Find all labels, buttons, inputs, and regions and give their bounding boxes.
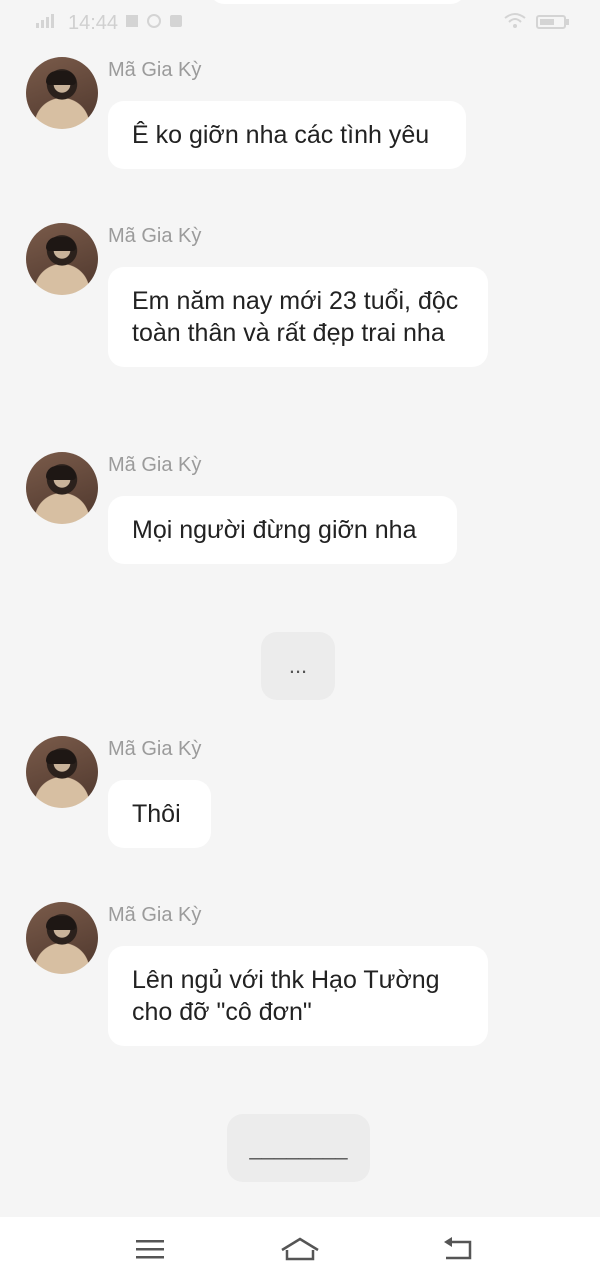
message-bubble[interactable]: Ê ko giỡn nha các tình yêu <box>108 101 466 169</box>
status-time: 14:44 <box>68 12 119 34</box>
status-left: 14:44 <box>34 12 184 35</box>
wifi-icon <box>504 12 526 36</box>
home-button[interactable] <box>280 1235 320 1267</box>
avatar[interactable] <box>26 902 98 974</box>
avatar[interactable] <box>26 57 98 129</box>
notification-icon <box>124 12 184 35</box>
home-icon <box>280 1236 320 1267</box>
avatar[interactable] <box>26 452 98 524</box>
avatar[interactable] <box>26 736 98 808</box>
sender-name: Mã Gia Kỳ <box>108 454 202 476</box>
message-bubble[interactable]: Em năm nay mới 23 tuổi, độc toàn thân và… <box>108 267 488 367</box>
system-message-bubble[interactable]: ... <box>261 632 335 700</box>
back-icon <box>442 1236 474 1267</box>
menu-button[interactable] <box>130 1235 170 1267</box>
system-message-bubble[interactable]: ________ <box>227 1114 370 1182</box>
signal-icon <box>34 12 62 35</box>
status-right <box>504 12 572 36</box>
back-button[interactable] <box>438 1235 478 1267</box>
sender-name: Mã Gia Kỳ <box>108 904 202 926</box>
avatar[interactable] <box>26 223 98 295</box>
message-bubble[interactable]: Mọi người đừng giỡn nha <box>108 496 457 564</box>
sender-name: Mã Gia Kỳ <box>108 59 202 81</box>
message-bubble[interactable]: Thôi <box>108 780 211 848</box>
menu-icon <box>135 1237 165 1266</box>
navigation-bar <box>0 1217 600 1287</box>
sender-name: Mã Gia Kỳ <box>108 738 202 760</box>
battery-icon <box>536 13 572 36</box>
sender-name: Mã Gia Kỳ <box>108 225 202 247</box>
status-bar: 14:44 <box>0 0 600 44</box>
message-bubble[interactable]: Lên ngủ với thk Hạo Tường cho đỡ "cô đơn… <box>108 946 488 1046</box>
